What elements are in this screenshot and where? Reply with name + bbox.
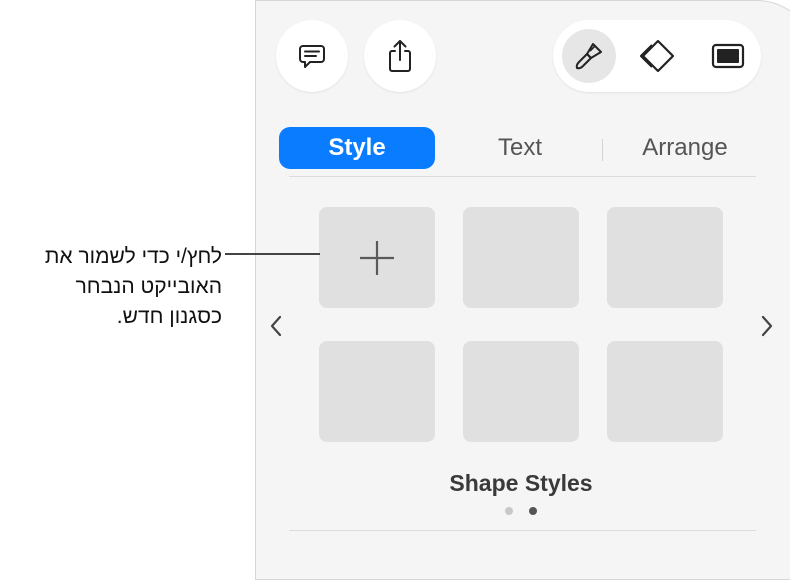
tab-style[interactable]: Style [279,127,435,169]
chevron-left-icon [270,315,282,337]
diamond-icon [639,39,675,73]
document-icon [711,43,745,69]
style-preset[interactable] [463,207,579,308]
callout-line-1: לחץ/י כדי לשמור את [44,245,222,268]
style-preset[interactable] [319,341,435,442]
tab-arrange[interactable]: Arrange [620,127,750,169]
tabs-separator [289,176,756,177]
tab-text[interactable]: Text [460,127,580,169]
page-dot-1[interactable] [505,507,513,515]
callout-text: לחץ/י כדי לשמור את האובייקט הנבחר כסגנון… [0,242,222,332]
document-button[interactable] [701,29,755,83]
share-button[interactable] [364,20,436,92]
format-button[interactable] [562,29,616,83]
tab-divider [602,139,603,161]
add-style-button[interactable] [319,207,435,308]
callout-line-3: כסגנון חדש. [116,305,222,328]
page-dot-2[interactable] [529,507,537,515]
shape-styles-title: Shape Styles [449,470,593,496]
comment-icon [299,45,325,68]
style-preset[interactable] [607,341,723,442]
callout-line-2: האובייקט הנבחר [75,275,222,298]
callout-leader-line [225,253,320,255]
animate-button[interactable] [631,29,685,83]
style-preset[interactable] [607,207,723,308]
view-mode-toggle [553,20,761,92]
paintbrush-icon [575,43,602,70]
chevron-right-icon [761,315,773,337]
style-preset[interactable] [463,341,579,442]
share-icon [389,40,411,72]
plus-icon [360,240,394,275]
comment-button[interactable] [276,20,348,92]
previous-page-button[interactable] [268,314,284,343]
next-page-button[interactable] [759,314,775,343]
section-separator [289,530,756,531]
